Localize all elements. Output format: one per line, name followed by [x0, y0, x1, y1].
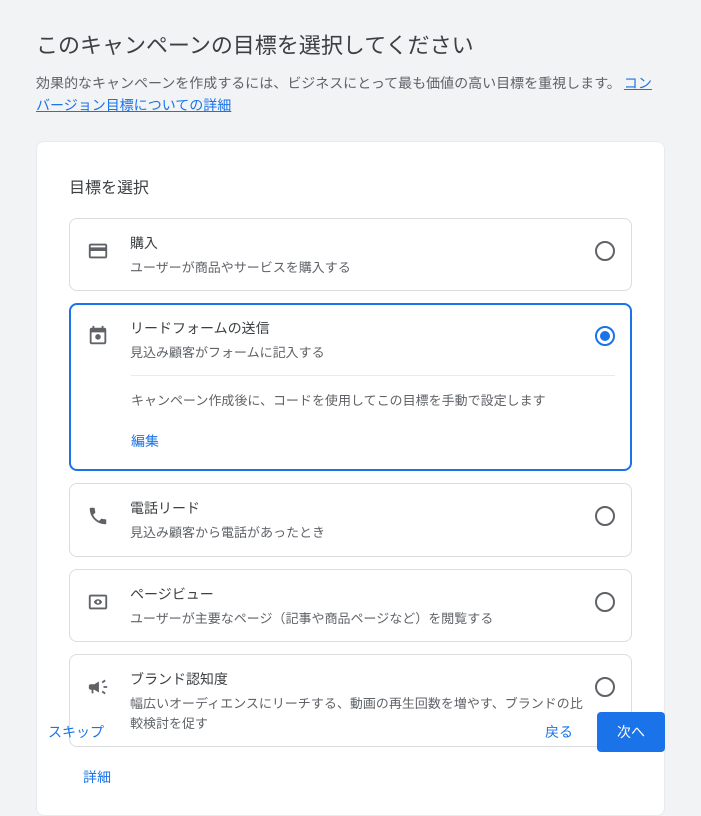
pageview-icon — [86, 590, 110, 614]
option-desc: 見込み顧客から電話があったとき — [130, 522, 583, 542]
goal-option-purchase[interactable]: 購入 ユーザーが商品やサービスを購入する — [69, 218, 632, 292]
skip-button[interactable]: スキップ — [36, 712, 116, 752]
back-button[interactable]: 戻る — [533, 712, 585, 752]
details-link[interactable]: 詳細 — [83, 767, 111, 787]
radio-pageview[interactable] — [595, 592, 615, 612]
goal-option-lead-form[interactable]: リードフォームの送信 見込み顧客がフォームに記入する キャンペーン作成後に、コー… — [69, 303, 632, 471]
footer: スキップ 戻る 次へ — [36, 712, 665, 752]
page-title: このキャンペーンの目標を選択してください — [36, 28, 665, 60]
option-title: ブランド認知度 — [130, 669, 583, 689]
section-title: 目標を選択 — [69, 174, 632, 198]
radio-lead-form[interactable] — [595, 326, 615, 346]
edit-link[interactable]: 編集 — [131, 431, 159, 451]
radio-purchase[interactable] — [595, 241, 615, 261]
option-title: 電話リード — [130, 498, 583, 518]
option-body: キャンペーン作成後に、コードを使用してこの目標を手動で設定します 編集 — [131, 375, 615, 470]
page-subtitle: 効果的なキャンペーンを作成するには、ビジネスにとって最も価値の高い目標を重視しま… — [36, 72, 665, 117]
option-desc: ユーザーが商品やサービスを購入する — [130, 257, 583, 277]
credit-card-icon — [86, 239, 110, 263]
option-title: ページビュー — [130, 584, 583, 604]
radio-phone-lead[interactable] — [595, 506, 615, 526]
goal-option-phone-lead[interactable]: 電話リード 見込み顧客から電話があったとき — [69, 483, 632, 557]
option-desc: 見込み顧客がフォームに記入する — [130, 342, 583, 362]
form-icon — [86, 324, 110, 348]
option-desc: ユーザーが主要なページ（記事や商品ページなど）を閲覧する — [130, 608, 583, 628]
option-title: 購入 — [130, 233, 583, 253]
goal-option-pageview[interactable]: ページビュー ユーザーが主要なページ（記事や商品ページなど）を閲覧する — [69, 569, 632, 643]
option-title: リードフォームの送信 — [130, 318, 583, 338]
megaphone-icon — [86, 675, 110, 699]
radio-brand-awareness[interactable] — [595, 677, 615, 697]
phone-icon — [86, 504, 110, 528]
option-body-text: キャンペーン作成後に、コードを使用してこの目標を手動で設定します — [131, 390, 615, 410]
next-button[interactable]: 次へ — [597, 712, 665, 752]
subtitle-text: 効果的なキャンペーンを作成するには、ビジネスにとって最も価値の高い目標を重視しま… — [36, 73, 621, 93]
